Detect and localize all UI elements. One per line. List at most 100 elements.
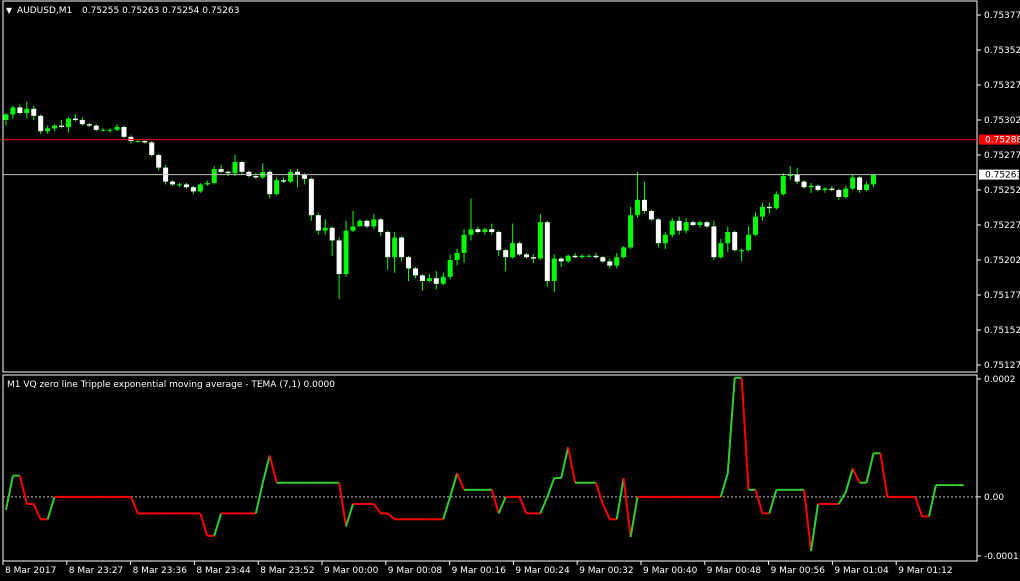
time-tick-label: 9 Mar 00:40 [643, 566, 698, 576]
bull-candle-body [537, 222, 543, 259]
bear-candle-body [142, 141, 148, 143]
bear-candle-body [239, 162, 245, 172]
price-tick-label: 0.75377 [984, 11, 1020, 21]
bear-candle-body [149, 142, 155, 155]
bull-candle-body [52, 125, 58, 129]
bear-candle-body [641, 199, 647, 211]
bear-candle-body [336, 240, 342, 274]
symbol-label: AUDUSD,M1 [17, 6, 72, 16]
bear-candle-body [31, 108, 37, 116]
bull-candle-body [3, 114, 9, 120]
bull-candle-body [725, 232, 731, 244]
bear-candle-body [190, 187, 196, 192]
bull-candle-body [177, 184, 182, 186]
bull-candle-body [461, 234, 467, 253]
bull-candle-body [468, 229, 474, 235]
bear-candle-body [648, 211, 654, 220]
bull-candle-body [343, 230, 349, 274]
bear-candle-body [253, 176, 259, 178]
bear-candle-body [489, 229, 495, 232]
bear-candle-body [704, 222, 710, 227]
bear-candle-body [475, 229, 481, 232]
trading-chart[interactable]: 0.75377 0.75352 0.75327 0.75302 0.75277 0.752… [0, 0, 1020, 581]
bear-candle-body [364, 220, 370, 227]
alert-price-tag: 0.75288 [979, 134, 1020, 146]
bull-candle-body [759, 206, 765, 217]
bull-candle-body [447, 260, 453, 277]
time-tick-label: 8 Mar 23:36 [133, 566, 188, 576]
bull-candle-body [864, 184, 870, 190]
bear-candle-body [524, 254, 529, 258]
price-tick-label: 0.75202 [984, 256, 1020, 266]
bull-candle-body [350, 226, 356, 231]
price-tick-label: 0.75177 [984, 291, 1020, 301]
bear-candle-body [711, 226, 717, 258]
bear-candle-body [857, 177, 863, 190]
time-tick-label: 8 Mar 23:27 [69, 566, 123, 576]
bear-candle-body [156, 155, 162, 168]
bull-candle-body [288, 171, 294, 182]
bear-candle-body [72, 118, 78, 120]
bull-candle-body [454, 253, 460, 260]
bull-candle-body [24, 108, 30, 113]
bull-candle-body [843, 188, 849, 197]
time-tick-label: 8 Mar 23:44 [196, 566, 251, 576]
bear-candle-body [503, 250, 509, 258]
bear-candle-body [121, 127, 127, 137]
bull-candle-body [65, 118, 71, 127]
dropdown-menu-icon[interactable]: ▼ [6, 6, 13, 15]
price-tick-label: 0.75277 [984, 151, 1020, 161]
bear-candle-body [600, 257, 606, 262]
bear-candle-body [378, 219, 384, 232]
indicator-tick-label: 0.00 [984, 493, 1004, 503]
bear-candle-body [676, 220, 682, 231]
bear-candle-body [496, 232, 502, 251]
price-tick-label: 0.75252 [984, 186, 1020, 196]
bull-candle-body [579, 255, 585, 258]
bull-candle-body [482, 229, 488, 232]
bear-candle-body [558, 258, 564, 262]
bull-candle-body [45, 128, 51, 132]
bear-candle-body [836, 190, 842, 197]
bull-candle-body [371, 219, 377, 227]
bear-candle-body [225, 171, 231, 174]
price-tick-label: 0.75127 [984, 361, 1020, 371]
bear-candle-body [815, 185, 821, 190]
bear-candle-body [801, 181, 807, 188]
bear-candle-body [655, 219, 661, 244]
bear-candle-body [794, 174, 800, 182]
bear-candle-body [829, 188, 835, 190]
bear-candle-body [183, 184, 189, 188]
bull-candle-body [718, 243, 724, 258]
bull-candle-body [614, 257, 620, 266]
bull-candle-body [808, 185, 814, 188]
bear-candle-body [17, 107, 23, 113]
current-price-tag: 0.75263 [979, 169, 1020, 181]
bear-candle-body [267, 171, 273, 195]
bull-candle-body [635, 199, 641, 216]
chart-header: ▼ AUDUSD,M1 0.75255 0.75263 0.75254 0.75… [6, 6, 239, 16]
bull-candle-body [662, 234, 668, 244]
alert-price-label: 0.75288 [985, 136, 1020, 146]
current-price-label: 0.75263 [985, 171, 1020, 181]
bear-candle-body [170, 181, 176, 185]
bull-candle-body [746, 234, 752, 251]
bear-candle-body [412, 268, 418, 276]
bull-candle-body [211, 169, 217, 183]
time-tick-label: 9 Mar 00:16 [452, 566, 507, 576]
bear-candle-body [38, 115, 44, 132]
bull-candle-body [135, 141, 141, 142]
bear-candle-body [406, 257, 412, 269]
bear-candle-body [385, 232, 391, 258]
bull-candle-body [392, 237, 398, 258]
bear-candle-body [329, 227, 335, 241]
bull-candle-body [426, 278, 432, 281]
bear-candle-body [93, 125, 99, 130]
bear-candle-body [301, 174, 307, 179]
bull-candle-body [850, 177, 856, 189]
bear-candle-body [419, 275, 425, 281]
bull-candle-body [586, 255, 592, 257]
bear-candle-body [732, 232, 738, 251]
bull-candle-body [822, 188, 828, 190]
bear-candle-body [572, 255, 578, 258]
